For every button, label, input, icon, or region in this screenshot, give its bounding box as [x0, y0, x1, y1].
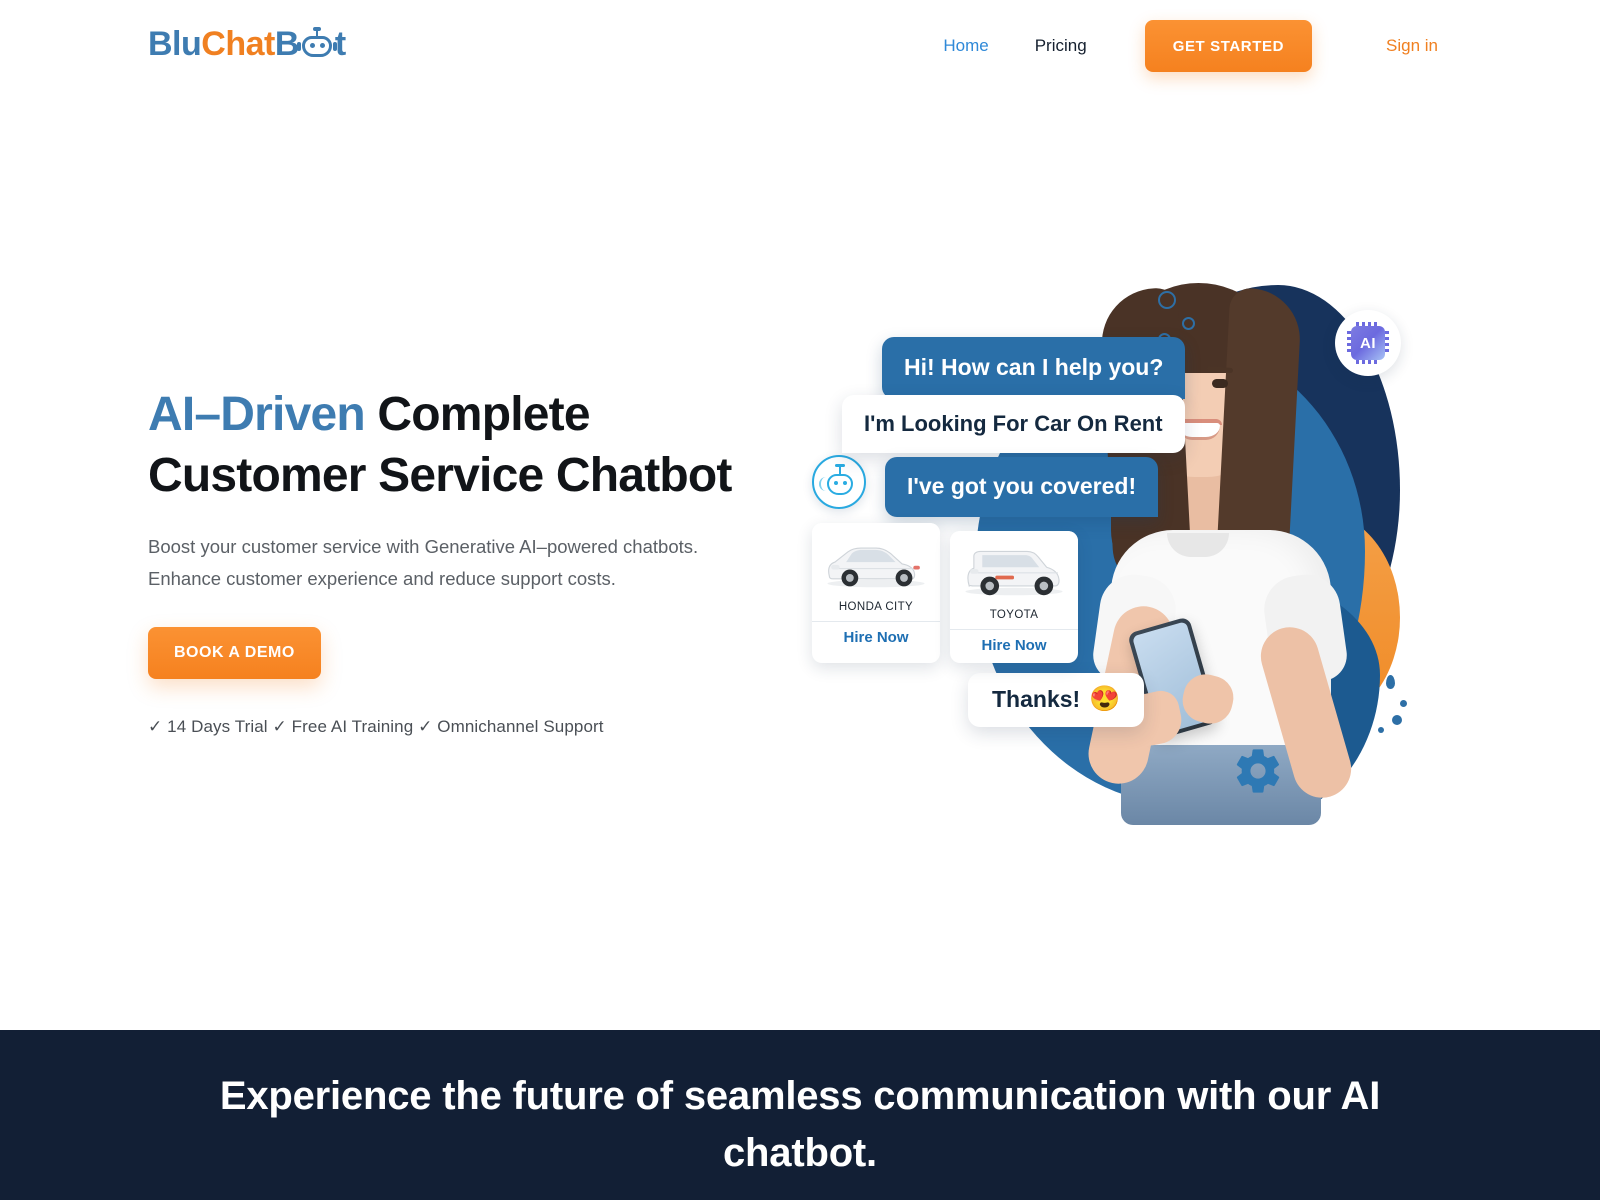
book-a-demo-button[interactable]: BOOK A DEMO	[148, 626, 321, 679]
hero-features-list: ✓ 14 Days Trial ✓ Free AI Training ✓ Omn…	[148, 716, 604, 736]
decor-dot	[1400, 700, 1407, 707]
chatbot-avatar-icon	[812, 455, 866, 509]
bubble-ring-icon	[1158, 291, 1176, 309]
landing-page: Blu Chat B t Home Pricing GET STARTED Sign…	[0, 0, 1600, 1200]
hero-title-line2: Customer Service Chatbot	[148, 448, 732, 502]
thanks-text: Thanks!	[992, 686, 1081, 712]
main-navigation: Home Pricing GET STARTED Sign in	[929, 0, 1452, 92]
hire-now-button[interactable]: Hire Now	[950, 629, 1078, 663]
car-name: HONDA CITY	[838, 601, 914, 613]
ai-badge: AI	[1335, 310, 1401, 376]
hero-illustration: AI Hi! How can I help you? I'm Looking F…	[800, 275, 1440, 825]
chat-bubble-user-thanks: Thanks! 😍	[968, 673, 1145, 727]
hero-subtitle-line2: Enhance customer experience and reduce s…	[148, 567, 616, 589]
car-card[interactable]: TOYOTA Hire Now	[950, 531, 1078, 663]
hero-title-rest: Complete	[364, 388, 590, 441]
brand-logo[interactable]: Blu Chat B t	[148, 22, 346, 66]
illustration-stage: AI Hi! How can I help you? I'm Looking F…	[800, 275, 1440, 825]
car-photo-suv	[950, 531, 1078, 605]
logo-text-chat: Chat	[201, 25, 275, 63]
gear-icon	[1232, 745, 1284, 797]
heart-eyes-emoji-icon: 😍	[1089, 685, 1121, 714]
hero-subtitle-line1: Boost your customer service with Generat…	[148, 535, 699, 557]
car-photo-sedan	[812, 523, 940, 597]
car-name: TOYOTA	[989, 609, 1039, 621]
sign-in-link[interactable]: Sign in	[1372, 28, 1452, 64]
bubble-ring-icon	[1182, 317, 1195, 330]
decor-dot	[1386, 675, 1395, 689]
site-header: Blu Chat B t Home Pricing GET STARTED Sign…	[0, 0, 1600, 92]
nav-item-home[interactable]: Home	[929, 28, 1002, 64]
robot-face-icon	[296, 27, 337, 59]
car-card[interactable]: HONDA CITY Hire Now	[812, 523, 940, 663]
decor-dot	[1378, 727, 1384, 733]
car-option-cards: HONDA CITY Hire Now TOYOTA Hire Now	[812, 523, 1078, 663]
get-started-button[interactable]: GET STARTED	[1144, 20, 1313, 72]
hero-content: AI–Driven Complete Customer Service Chat…	[148, 385, 808, 737]
cta-dark-section: Experience the future of seamless commun…	[0, 1030, 1600, 1200]
logo-text-b: B	[274, 25, 300, 63]
chat-bubble-user-request: I'm Looking For Car On Rent	[842, 395, 1185, 454]
ai-chip-icon: AI	[1347, 322, 1389, 364]
decor-dot	[1392, 715, 1402, 725]
chat-bubble-bot-greeting: Hi! How can I help you?	[882, 337, 1186, 399]
nav-item-pricing[interactable]: Pricing	[1021, 28, 1101, 64]
logo-text-blu: Blu	[148, 25, 202, 63]
ai-chip-label: AI	[1360, 334, 1376, 352]
hero-title-accent: AI–Driven	[148, 388, 366, 441]
chat-bubble-bot-reply: I've got you covered!	[885, 457, 1159, 517]
hire-now-button[interactable]: Hire Now	[812, 621, 940, 655]
hero-subtitle: Boost your customer service with Generat…	[148, 531, 748, 595]
hero-title: AI–Driven Complete Customer Service Chat…	[148, 385, 808, 507]
dark-section-heading: Experience the future of seamless commun…	[219, 1074, 1381, 1175]
